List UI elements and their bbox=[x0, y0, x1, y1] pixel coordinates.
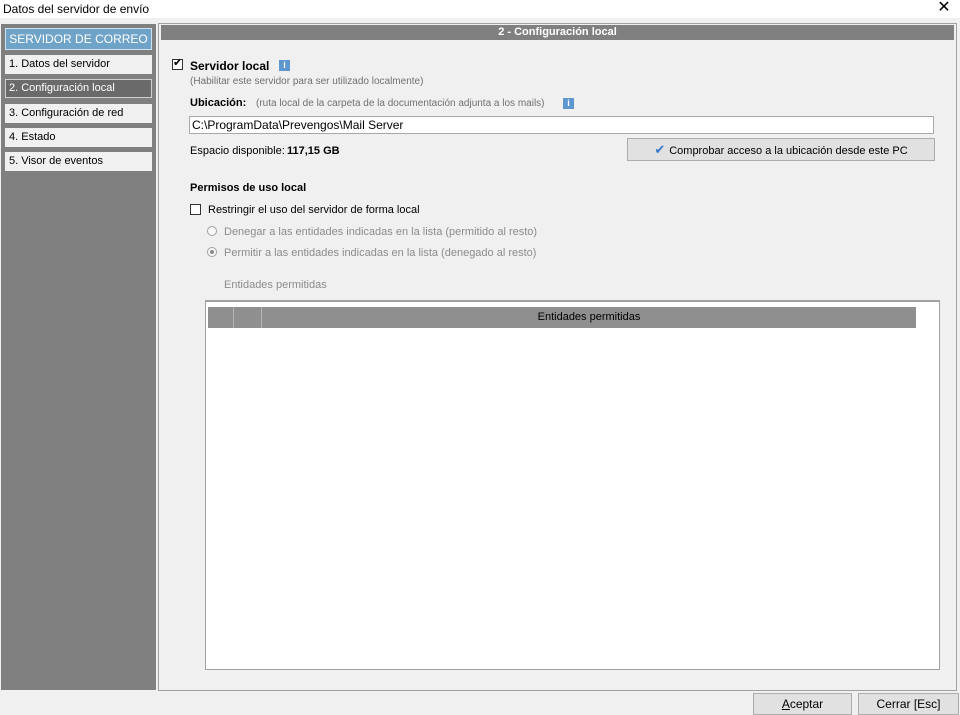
checkmark-icon: ✔ bbox=[173, 57, 183, 69]
deny-radio[interactable] bbox=[207, 226, 217, 236]
check-access-button[interactable]: ✔ Comprobar acceso a la ubicación desde e… bbox=[627, 138, 935, 161]
sidebar-item-local-config[interactable]: 2. Configuración local bbox=[5, 79, 152, 98]
close-icon[interactable]: ✕ bbox=[934, 0, 954, 17]
checkmark-icon: ✔ bbox=[654, 142, 666, 157]
location-label: Ubicación: bbox=[190, 97, 247, 109]
restrict-label: Restringir el uso del servidor de forma … bbox=[208, 204, 420, 216]
accept-button[interactable]: Aceptar bbox=[753, 693, 852, 715]
grid-header: Entidades permitidas bbox=[208, 307, 916, 328]
accept-accelerator: A bbox=[781, 697, 790, 711]
close-button[interactable]: Cerrar [Esc] bbox=[858, 693, 959, 715]
allowed-entities-label: Entidades permitidas bbox=[224, 279, 327, 291]
location-hint: (ruta local de la carpeta de la document… bbox=[256, 98, 545, 109]
sidebar: SERVIDOR DE CORREO 1. Datos del servidor… bbox=[1, 24, 156, 690]
sidebar-item-server-data[interactable]: 1. Datos del servidor bbox=[5, 55, 152, 74]
grid-column-header[interactable]: Entidades permitidas bbox=[262, 307, 916, 328]
location-info-icon[interactable]: i bbox=[563, 98, 574, 109]
deny-option-label: Denegar a las entidades indicadas en la … bbox=[224, 226, 538, 238]
sidebar-item-event-viewer[interactable]: 5. Visor de eventos bbox=[5, 152, 152, 171]
grid-select-column bbox=[234, 307, 262, 328]
check-access-label: Comprobar acceso a la ubicación desde es… bbox=[669, 145, 908, 157]
space-value: 117,15 GB bbox=[287, 145, 340, 157]
sidebar-header: SERVIDOR DE CORREO bbox=[5, 28, 152, 50]
radio-selected-dot bbox=[210, 250, 214, 254]
window-title: Datos del servidor de envío bbox=[3, 2, 150, 16]
restrict-checkbox[interactable] bbox=[190, 204, 201, 215]
space-label: Espacio disponible: bbox=[190, 145, 285, 157]
panel-header: 2 - Configuración local bbox=[161, 25, 954, 40]
accept-label: ceptar bbox=[789, 697, 824, 711]
sidebar-item-network-config[interactable]: 3. Configuración de red bbox=[5, 104, 152, 123]
local-server-checkbox[interactable]: ✔ bbox=[172, 57, 183, 70]
sidebar-item-status[interactable]: 4. Estado bbox=[5, 128, 152, 147]
allowed-entities-grid[interactable]: Entidades permitidas bbox=[205, 300, 940, 670]
location-path-input[interactable]: C:\ProgramData\Prevengos\Mail Server bbox=[189, 116, 934, 134]
permissions-title: Permisos de uso local bbox=[190, 182, 307, 194]
local-server-hint: (Habilitar este servidor para ser utiliz… bbox=[190, 76, 424, 87]
info-icon[interactable]: i bbox=[279, 60, 290, 71]
grid-indicator-column bbox=[208, 307, 234, 328]
title-bar: Datos del servidor de envío ✕ bbox=[0, 0, 960, 18]
allow-option-label: Permitir a las entidades indicadas en la… bbox=[224, 247, 537, 259]
allow-radio[interactable] bbox=[207, 247, 217, 257]
local-server-label: Servidor local bbox=[190, 59, 270, 73]
